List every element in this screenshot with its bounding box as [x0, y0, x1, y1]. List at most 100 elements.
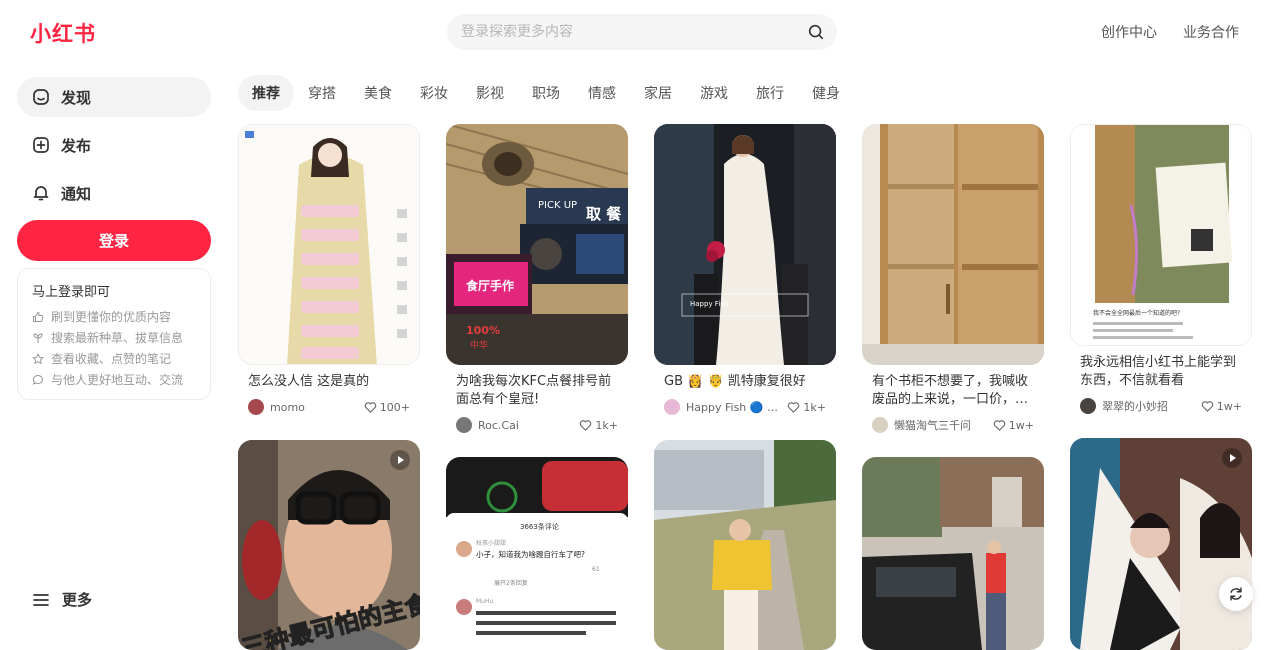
like-count: 1k+	[595, 418, 618, 432]
tab-home[interactable]: 家居	[630, 75, 686, 111]
login-button[interactable]: 登录	[17, 220, 211, 261]
login-card-title: 马上登录即可	[32, 285, 111, 300]
note-card[interactable]: 3663条评论 秋茶小甜甜 小子，知道我为啥蹬自行车了吧? 61 展开2条回复 …	[446, 457, 628, 650]
tab-outfit[interactable]: 穿搭	[294, 75, 350, 111]
sidebar-item-notifications[interactable]: 通知	[17, 173, 211, 213]
tab-fitness[interactable]: 健身	[798, 75, 854, 111]
video-badge	[1222, 448, 1242, 468]
like-count: 1w+	[1008, 418, 1034, 432]
refresh-button[interactable]	[1219, 577, 1253, 611]
author-name[interactable]: Happy Fish 🔵 小鱼	[686, 399, 787, 415]
note-cover[interactable]	[1070, 438, 1252, 650]
business-link[interactable]: 业务合作	[1183, 22, 1239, 42]
sprout-icon	[33, 332, 43, 343]
author-name[interactable]: 翠翠的小妙招	[1102, 398, 1201, 414]
benefit-item: 查看收藏、点赞的笔记	[32, 348, 196, 369]
note-card[interactable]: 三种最可怕的主食	[238, 440, 420, 650]
note-cover[interactable]: 我不会全全网最后一个知道的吧?	[1070, 124, 1252, 346]
note-card[interactable]: Happy Fish GB 👸 🤴 凯特康复很好 Happy Fish 🔵 小鱼…	[654, 124, 836, 417]
note-meta: Happy Fish 🔵 小鱼 1k+	[654, 397, 836, 417]
sidebar-item-label: 发现	[61, 88, 92, 107]
thumb-up-icon	[33, 311, 44, 322]
svg-text:小子，知道我为啥蹬自行车了吧?: 小子，知道我为啥蹬自行车了吧?	[476, 549, 585, 559]
note-card[interactable]: 有个书柜不想要了，我喊收废品的上来说，一口价，50弄... 懒猫淘气三千问 1w…	[862, 124, 1044, 435]
note-cover[interactable]: 3663条评论 秋茶小甜甜 小子，知道我为啥蹬自行车了吧? 61 展开2条回复 …	[446, 457, 628, 650]
avatar[interactable]	[664, 399, 680, 415]
avatar[interactable]	[1080, 398, 1096, 414]
note-cover[interactable]: 三种最可怕的主食	[238, 440, 420, 650]
sidebar-item-label: 发布	[61, 136, 92, 155]
like-button[interactable]: 100+	[364, 401, 410, 414]
tab-career[interactable]: 职场	[518, 75, 574, 111]
like-button[interactable]: 1k+	[579, 419, 618, 432]
svg-text:100%: 100%	[466, 324, 500, 337]
author-name[interactable]: Roc.Cai	[478, 419, 579, 432]
svg-text:PICK UP: PICK UP	[538, 200, 577, 211]
avatar[interactable]	[456, 417, 472, 433]
note-card[interactable]	[654, 440, 836, 650]
heart-icon	[364, 401, 377, 413]
note-title[interactable]: 为啥我每次KFC点餐排号前面总有个皇冠!	[446, 373, 628, 409]
note-card[interactable]	[862, 457, 1044, 650]
note-cover[interactable]	[654, 440, 836, 650]
svg-text:MuHu: MuHu	[476, 598, 493, 605]
creator-center-link[interactable]: 创作中心	[1101, 22, 1157, 42]
search-icon[interactable]	[807, 23, 825, 41]
login-benefits-card: 马上登录即可 刷到更懂你的优质内容 搜索最新种草、拔草信息 查看收藏、点赞的笔记…	[17, 268, 211, 400]
search-input[interactable]	[461, 14, 801, 50]
author-name[interactable]: 懒猫淘气三千问	[894, 417, 993, 433]
note-meta: Roc.Cai 1k+	[446, 415, 628, 435]
heart-icon	[1201, 400, 1214, 412]
more-menu[interactable]: 更多	[32, 589, 92, 610]
tab-recommend[interactable]: 推荐	[238, 75, 294, 111]
note-card[interactable]: 我不会全全网最后一个知道的吧? 我永远相信小红书上能学到东西，不信就看看 翠翠的…	[1070, 124, 1252, 416]
like-count: 1k+	[803, 400, 826, 414]
like-button[interactable]: 1w+	[993, 419, 1034, 432]
avatar[interactable]	[872, 417, 888, 433]
svg-text:Happy Fish: Happy Fish	[690, 300, 728, 308]
author-name[interactable]: momo	[270, 401, 364, 414]
svg-text:61: 61	[592, 566, 600, 573]
benefit-item: 与他人更好地互动、交流	[32, 369, 196, 390]
tab-emotion[interactable]: 情感	[574, 75, 630, 111]
svg-text:中华: 中华	[470, 339, 488, 351]
tab-movies[interactable]: 影视	[462, 75, 518, 111]
svg-text:展开2条回复: 展开2条回复	[494, 579, 528, 587]
star-icon	[32, 353, 44, 364]
tab-makeup[interactable]: 彩妆	[406, 75, 462, 111]
plus-square-icon	[33, 137, 49, 153]
svg-text:我不会全全网最后一个知道的吧?: 我不会全全网最后一个知道的吧?	[1093, 309, 1180, 317]
tab-games[interactable]: 游戏	[686, 75, 742, 111]
svg-text:食厅手作: 食厅手作	[465, 278, 514, 293]
note-card[interactable]: PICK UP 取 餐 食厅手作 100% 中华 为啥我每次KFC点餐排号前面总…	[446, 124, 628, 435]
heart-icon	[788, 401, 800, 413]
note-card[interactable]: 怎么没人信 这是真的 momo 100+	[238, 124, 420, 417]
note-cover[interactable]	[862, 124, 1044, 365]
note-cover[interactable]	[862, 457, 1044, 650]
tab-travel[interactable]: 旅行	[742, 75, 798, 111]
note-title[interactable]: 我永远相信小红书上能学到东西，不信就看看	[1070, 354, 1252, 390]
refresh-icon	[1230, 587, 1242, 601]
sidebar-item-discover[interactable]: 发现	[17, 77, 211, 117]
benefit-item: 刷到更懂你的优质内容	[32, 306, 196, 327]
note-title[interactable]: 怎么没人信 这是真的	[238, 373, 420, 391]
avatar[interactable]	[248, 399, 264, 415]
note-title[interactable]: 有个书柜不想要了，我喊收废品的上来说，一口价，50弄...	[862, 373, 1044, 409]
sidebar-item-publish[interactable]: 发布	[17, 125, 211, 165]
like-button[interactable]: 1w+	[1201, 400, 1242, 413]
note-cover[interactable]: PICK UP 取 餐 食厅手作 100% 中华	[446, 124, 628, 365]
note-cover[interactable]: Happy Fish	[654, 124, 836, 365]
note-meta: 懒猫淘气三千问 1w+	[862, 415, 1044, 435]
search-bar[interactable]	[447, 14, 837, 50]
like-button[interactable]: 1k+	[787, 401, 826, 414]
logo[interactable]: 小红书	[30, 18, 96, 48]
note-title[interactable]: GB 👸 🤴 凯特康复很好	[654, 373, 836, 391]
note-meta: momo 100+	[238, 397, 420, 417]
note-cover[interactable]	[238, 124, 420, 365]
note-meta: 翠翠的小妙招 1w+	[1070, 396, 1252, 416]
home-icon	[33, 89, 49, 105]
note-card[interactable]	[1070, 438, 1252, 650]
category-tabs: 推荐 穿搭 美食 彩妆 影视 职场 情感 家居 游戏 旅行 健身	[238, 75, 854, 111]
benefit-item: 搜索最新种草、拔草信息	[32, 327, 196, 348]
tab-food[interactable]: 美食	[350, 75, 406, 111]
